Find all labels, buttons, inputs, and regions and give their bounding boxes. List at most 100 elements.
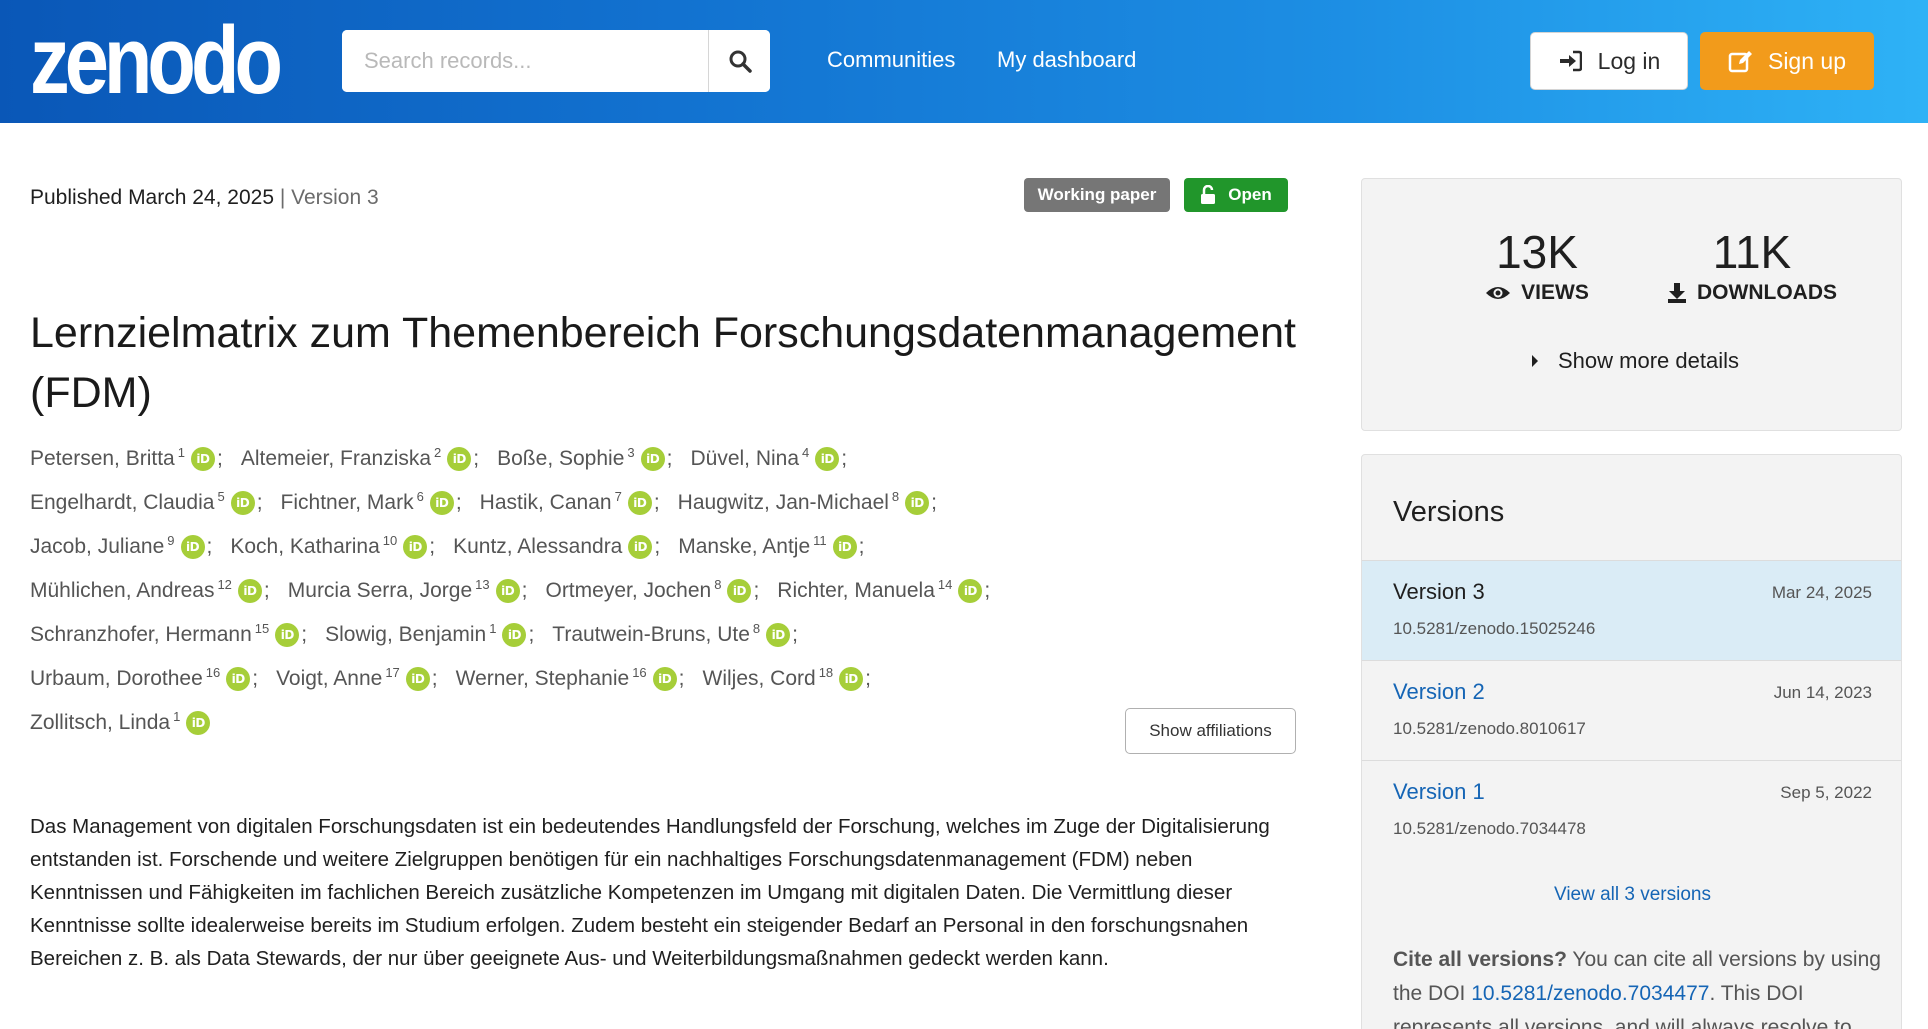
orcid-icon[interactable]: iD — [186, 711, 211, 735]
cite-all-versions-note: Cite all versions? You can cite all vers… — [1393, 943, 1883, 1029]
creator[interactable]: Wiljes, Cord 18 iD — [703, 665, 864, 691]
orcid-icon[interactable]: iD — [275, 623, 300, 647]
creator[interactable]: Petersen, Britta 1 iD — [30, 444, 215, 471]
orcid-icon[interactable]: iD — [839, 667, 864, 691]
downloads-stat: 11K DOWNLOADS — [1652, 227, 1852, 305]
version-name[interactable]: Version 1 — [1393, 779, 1485, 805]
signup-button[interactable]: Sign up — [1700, 32, 1874, 90]
affiliation-index: 1 — [177, 444, 185, 460]
top-header: zenodo Communities My dashboard Log in S… — [0, 0, 1928, 123]
orcid-icon[interactable]: iD — [832, 535, 857, 559]
orcid-icon[interactable]: iD — [628, 535, 653, 559]
creator[interactable]: Werner, Stephanie 16 iD — [455, 665, 677, 691]
creator[interactable]: Urbaum, Dorothee 16 iD — [30, 665, 251, 691]
creator[interactable]: Voigt, Anne 17 iD — [276, 664, 430, 691]
creators-line: Jacob, Juliane 9 iD; Koch, Katharina 10 iD; Ku… — [30, 525, 1080, 569]
affiliation-index: 10 — [382, 532, 398, 548]
nav-my-dashboard[interactable]: My dashboard — [997, 46, 1136, 74]
version-item-3[interactable]: Version 3 Mar 24, 2025 10.5281/zenodo.15… — [1362, 560, 1901, 660]
resource-type-label: Working paper — [1037, 185, 1157, 204]
creator[interactable]: Haugwitz, Jan-Michael 8 iD — [677, 488, 930, 515]
creator-name: Schranzhofer, Hermann — [30, 623, 252, 646]
version-name[interactable]: Version 2 — [1393, 679, 1485, 705]
concept-doi-link[interactable]: 10.5281/zenodo.7034477 — [1471, 982, 1709, 1005]
show-affiliations-button[interactable]: Show affiliations — [1125, 708, 1296, 754]
affiliation-index: 15 — [254, 620, 270, 636]
creators-line: Petersen, Britta 1 iD; Altemeier, Franziska… — [30, 437, 1080, 481]
search-input[interactable] — [342, 30, 708, 92]
creator[interactable]: Zollitsch, Linda 1 iD — [30, 708, 211, 735]
orcid-icon[interactable]: iD — [180, 535, 205, 559]
downloads-label: DOWNLOADS — [1697, 281, 1837, 304]
creator[interactable]: Slowig, Benjamin 1 iD — [325, 620, 527, 647]
creator-name: Richter, Manuela — [777, 579, 935, 602]
creator[interactable]: Fichtner, Mark 6 iD — [281, 489, 454, 515]
creator-name: Werner, Stephanie — [455, 667, 630, 690]
affiliation-index: 5 — [217, 488, 225, 504]
creator-separator: ; — [429, 535, 436, 558]
orcid-icon[interactable]: iD — [640, 447, 665, 471]
versions-heading: Versions — [1393, 496, 1505, 528]
creator[interactable]: Düvel, Nina 4 iD — [690, 445, 840, 471]
creator[interactable]: Trautwein-Bruns, Ute 8 iD — [552, 621, 791, 647]
creator[interactable]: Schranzhofer, Hermann 15 iD — [30, 620, 300, 647]
orcid-icon[interactable]: iD — [405, 667, 430, 691]
search-button[interactable] — [708, 30, 770, 92]
creator[interactable]: Ortmeyer, Jochen 8 iD — [545, 577, 752, 603]
show-affiliations-label: Show affiliations — [1149, 721, 1272, 740]
orcid-icon[interactable]: iD — [627, 491, 652, 515]
orcid-icon[interactable]: iD — [766, 623, 791, 647]
sign-in-icon — [1559, 50, 1582, 72]
show-more-details-toggle[interactable]: Show more details — [1530, 348, 1739, 374]
creator[interactable]: Altemeier, Franziska 2 iD — [241, 445, 472, 471]
creator-separator: ; — [252, 667, 259, 690]
creator[interactable]: Murcia Serra, Jorge 13 iD — [288, 576, 520, 603]
creator-separator: ; — [455, 491, 462, 514]
version-item-2[interactable]: Version 2 Jun 14, 2023 10.5281/zenodo.80… — [1362, 660, 1901, 760]
orcid-icon[interactable]: iD — [237, 579, 262, 603]
version-item-1[interactable]: Version 1 Sep 5, 2022 10.5281/zenodo.703… — [1362, 760, 1901, 860]
creator-separator: ; — [431, 667, 438, 690]
affiliation-index: 1 — [173, 708, 181, 724]
resource-type-badge[interactable]: Working paper — [1024, 178, 1170, 212]
creator[interactable]: Boße, Sophie 3 iD — [497, 445, 665, 471]
version-separator: | — [274, 186, 292, 209]
downloads-count: 11K — [1712, 226, 1792, 278]
orcid-icon[interactable]: iD — [403, 535, 428, 559]
login-button[interactable]: Log in — [1530, 32, 1688, 90]
orcid-icon[interactable]: iD — [652, 667, 677, 691]
creator-separator: ; — [984, 579, 991, 602]
creator[interactable]: Koch, Katharina 10 iD — [230, 532, 428, 559]
access-status-badge[interactable]: Open — [1184, 178, 1288, 212]
orcid-icon[interactable]: iD — [958, 579, 983, 603]
zenodo-logo[interactable]: zenodo — [30, 8, 280, 108]
orcid-icon[interactable]: iD — [905, 491, 930, 515]
show-more-details-label: Show more details — [1558, 348, 1739, 373]
orcid-icon[interactable]: iD — [495, 579, 520, 603]
creator[interactable]: Jacob, Juliane 9 iD — [30, 533, 205, 559]
creator[interactable]: Engelhardt, Claudia 5 iD — [30, 488, 255, 515]
orcid-icon[interactable]: iD — [447, 447, 472, 471]
orcid-icon[interactable]: iD — [226, 667, 251, 691]
creator-name: Haugwitz, Jan-Michael — [677, 491, 889, 514]
affiliation-index: 1 — [489, 620, 497, 636]
creator[interactable]: Kuntz, Alessandra iD — [453, 535, 653, 559]
views-label-row: VIEWS — [1437, 281, 1637, 305]
view-all-versions-link[interactable]: View all 3 versions — [1362, 884, 1901, 906]
orcid-icon[interactable]: iD — [429, 491, 454, 515]
orcid-icon[interactable]: iD — [727, 579, 752, 603]
orcid-icon[interactable]: iD — [815, 447, 840, 471]
creator[interactable]: Manske, Antje 11 iD — [678, 533, 857, 559]
orcid-icon[interactable]: iD — [502, 623, 527, 647]
creator-name: Mühlichen, Andreas — [30, 579, 215, 602]
creator[interactable]: Hastik, Canan 7 iD — [480, 489, 652, 515]
affiliation-index: 8 — [891, 488, 900, 504]
orcid-icon[interactable]: iD — [230, 491, 255, 515]
creator[interactable]: Mühlichen, Andreas 12 iD — [30, 577, 262, 603]
affiliation-index: 17 — [385, 664, 400, 680]
affiliation-index: 13 — [475, 576, 490, 592]
orcid-icon[interactable]: iD — [190, 447, 215, 471]
stats-panel: 13K VIEWS 11K DOWNLOADS — [1361, 178, 1902, 431]
creator[interactable]: Richter, Manuela 14 iD — [777, 577, 983, 603]
nav-communities[interactable]: Communities — [827, 46, 955, 74]
